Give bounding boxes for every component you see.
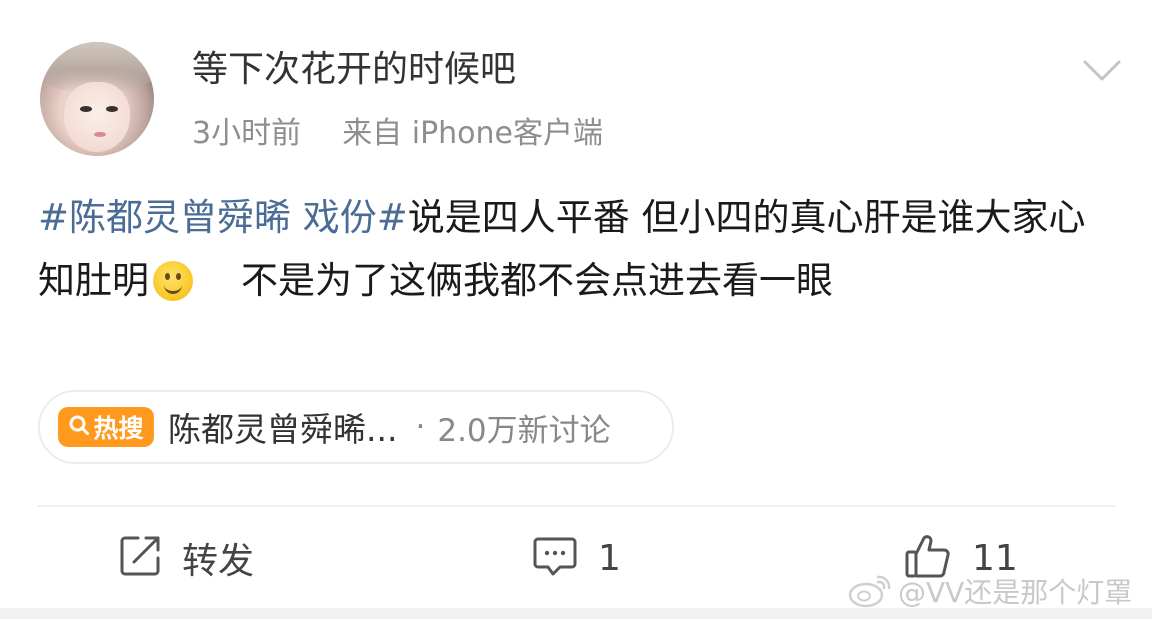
trending-badge-label: 热搜 (93, 414, 144, 443)
post-meta: 3小时前 来自 iPhone客户端 (192, 112, 603, 156)
chevron-down-icon[interactable] (1082, 54, 1122, 86)
trending-topic-title: 陈都灵曾舜晞... (168, 410, 398, 449)
post-hashtag[interactable]: #陈都灵曾舜晞 戏份# (38, 196, 408, 239)
comment-icon (532, 534, 578, 582)
post-content: #陈都灵曾舜晞 戏份#说是四人平番 但小四的真心肝是谁大家心知肚明 不是为了这俩我… (38, 186, 1118, 312)
smiley-emoji-icon (153, 261, 193, 301)
avatar-eye-right (106, 106, 118, 112)
post-time: 3小时前 (192, 116, 302, 151)
post-source-prefix: 来自 (342, 116, 403, 151)
trending-badge: 热搜 (58, 407, 154, 447)
watermark-text: @VV还是那个灯罩 (898, 576, 1133, 609)
bottom-band (0, 608, 1152, 619)
repost-button[interactable]: 转发 (118, 530, 254, 586)
repost-icon (118, 534, 162, 582)
trending-topic-card[interactable]: 热搜 陈都灵曾舜晞... · 2.0万新讨论 (38, 390, 674, 464)
comment-count: 1 (598, 537, 621, 579)
post-username[interactable]: 等下次花开的时候吧 (192, 44, 516, 96)
post-text-part2: 不是为了这俩我都不会点进去看一眼 (241, 259, 833, 302)
trending-topic-separator: · (415, 409, 426, 445)
weibo-logo-icon (848, 575, 891, 608)
post-source[interactable]: iPhone客户端 (412, 116, 603, 151)
trending-topic-stat: 2.0万新讨论 (437, 412, 611, 449)
avatar-eye-left (80, 106, 92, 112)
search-icon (68, 413, 90, 442)
divider (38, 505, 1116, 507)
avatar-lip (94, 132, 106, 137)
user-avatar[interactable] (40, 42, 154, 156)
repost-label: 转发 (182, 541, 255, 582)
comment-button[interactable]: 1 (532, 530, 621, 586)
avatar-face (64, 82, 130, 152)
